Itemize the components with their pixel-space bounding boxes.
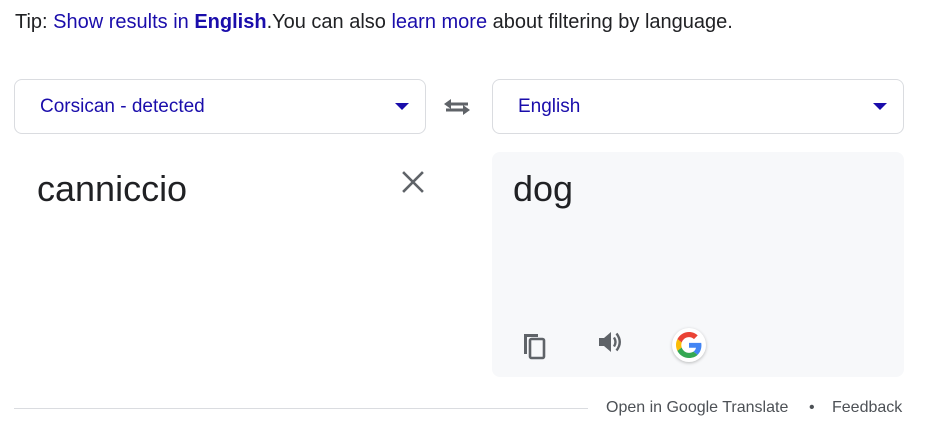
source-language-select[interactable]: Corsican - detected [14, 79, 426, 134]
swap-arrows-icon [444, 99, 470, 115]
tip-suffix: about filtering by language. [487, 11, 733, 33]
footer-divider [14, 408, 588, 409]
translated-text: dog [513, 168, 574, 209]
show-results-link[interactable]: Show results in English [53, 11, 266, 33]
copy-button[interactable] [516, 327, 552, 363]
listen-button[interactable] [592, 324, 628, 360]
clear-text-button[interactable] [399, 168, 427, 196]
target-language-label: English [518, 95, 581, 117]
tip-middle: .You can also [266, 11, 392, 33]
close-icon [402, 171, 424, 193]
source-language-label: Corsican - detected [40, 95, 205, 117]
google-translate-button[interactable] [672, 328, 706, 362]
tip-prefix: Tip: [15, 11, 54, 33]
translate-widget: Tip: Show results in English.You can als… [0, 0, 931, 436]
chevron-down-icon [873, 103, 887, 110]
swap-languages-button[interactable] [441, 93, 473, 121]
chevron-down-icon [395, 103, 409, 110]
open-in-google-translate-link[interactable]: Open in Google Translate [606, 398, 788, 418]
google-logo-icon [676, 332, 702, 358]
footer-separator: • [809, 399, 815, 416]
learn-more-link[interactable]: learn more [391, 11, 487, 33]
target-language-select[interactable]: English [492, 79, 904, 134]
language-tip: Tip: Show results in English.You can als… [15, 9, 733, 35]
source-text-input[interactable]: canniccio [37, 168, 187, 210]
translation-result-panel: dog [492, 152, 904, 377]
copy-icon [524, 334, 546, 360]
feedback-link[interactable]: Feedback [832, 398, 902, 418]
speaker-icon [599, 332, 621, 352]
